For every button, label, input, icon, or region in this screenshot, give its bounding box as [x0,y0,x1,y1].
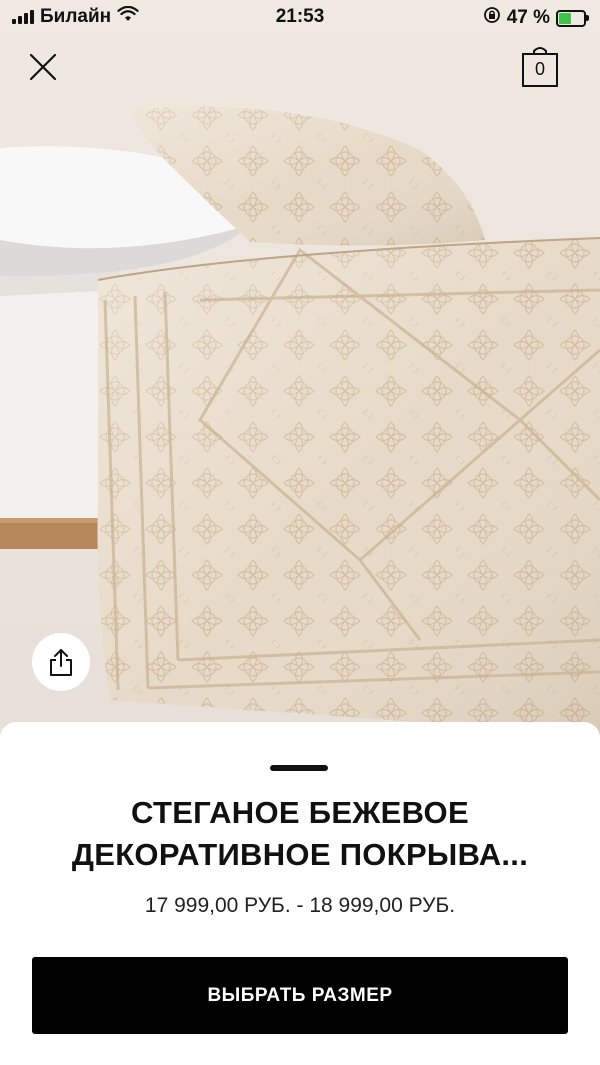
battery-percent: 47 % [506,7,550,28]
sheet-grabber[interactable] [270,765,328,771]
orientation-lock-icon [483,6,501,30]
cart-count: 0 [534,59,545,79]
status-bar: Билайн 21:53 47 % [0,0,600,34]
product-title-line-1: СТЕГАНОЕ БЕЖЕВОЕ [131,795,469,830]
share-button[interactable] [32,633,90,691]
battery-level [559,12,572,24]
cart-button[interactable]: 0 [520,44,560,88]
product-image [0,0,600,740]
battery-group: 47 % [483,6,589,30]
product-price: 17 999,00 РУБ. - 18 999,00 РУБ. [144,894,456,917]
product-sheet: СТЕГАНОЕ БЕЖЕВОЕ ДЕКОРАТИВНОЕ ПОКРЫВА...… [0,722,600,1065]
product-title: СТЕГАНОЕ БЕЖЕВОЕ ДЕКОРАТИВНОЕ ПОКРЫВА... [20,792,580,876]
close-button[interactable] [24,48,62,86]
close-icon [29,53,57,81]
product-title-line-2: ДЕКОРАТИВНОЕ ПОКРЫВА... [71,837,529,872]
share-icon [50,649,72,676]
select-size-button[interactable]: ВЫБРАТЬ РАЗМЕР [32,957,568,1034]
battery-icon [556,9,589,27]
